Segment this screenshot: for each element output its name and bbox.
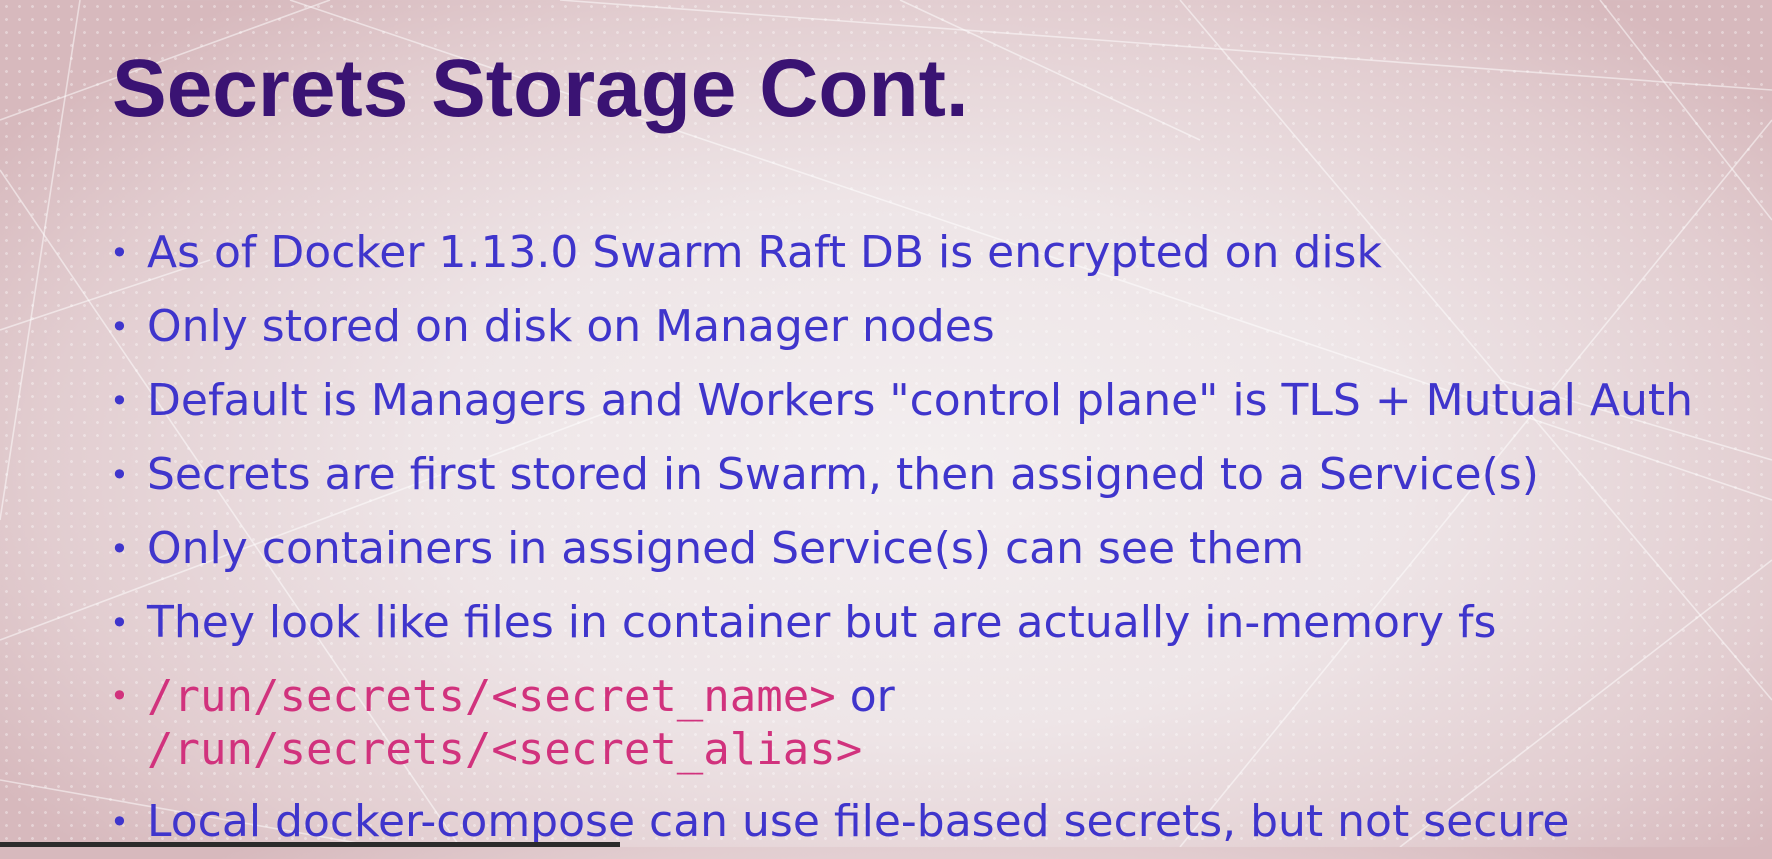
or-connector: or [849, 671, 895, 722]
bullet-item: • Only stored on disk on Manager nodes [110, 290, 1760, 364]
bullet-list: • As of Docker 1.13.0 Swarm Raft DB is e… [110, 216, 1760, 859]
video-progress-bar [0, 842, 620, 847]
bullet-dot: • [110, 456, 129, 494]
bullet-item: • As of Docker 1.13.0 Swarm Raft DB is e… [110, 216, 1760, 290]
bullet-dot: • [110, 234, 129, 272]
code-bullet-item: • /run/secrets/<secret_name> or /run/sec… [110, 660, 1760, 785]
bullet-text: As of Docker 1.13.0 Swarm Raft DB is enc… [147, 227, 1382, 278]
bullet-text: Local docker-compose can use file-based … [147, 796, 1570, 847]
bullet-dot: • [110, 677, 129, 715]
bullet-text: Default is Managers and Workers "control… [147, 375, 1693, 426]
bullet-text: Only stored on disk on Manager nodes [147, 301, 995, 352]
bullet-dot: • [110, 530, 129, 568]
bullet-dot: • [110, 382, 129, 420]
secret-name-path: /run/secrets/<secret_name> [147, 671, 836, 722]
bullet-text: Only containers in assigned Service(s) c… [147, 523, 1305, 574]
bullet-item: • They look like files in container but … [110, 586, 1760, 660]
bullet-text: They look like files in container but ar… [147, 597, 1497, 648]
bullet-dot: • [110, 308, 129, 346]
bullet-item: • Local docker-compose can use file-base… [110, 785, 1760, 859]
slide-title: Secrets Storage Cont. [112, 43, 969, 134]
bullet-text: Secrets are first stored in Swarm, then … [147, 449, 1539, 500]
bullet-item: • Default is Managers and Workers "contr… [110, 364, 1760, 438]
bullet-item: • Secrets are first stored in Swarm, the… [110, 438, 1760, 512]
bullet-item: • Only containers in assigned Service(s)… [110, 512, 1760, 586]
bullet-dot: • [110, 803, 129, 841]
bullet-dot: • [110, 604, 129, 642]
secret-alias-path: /run/secrets/<secret_alias> [147, 724, 863, 775]
